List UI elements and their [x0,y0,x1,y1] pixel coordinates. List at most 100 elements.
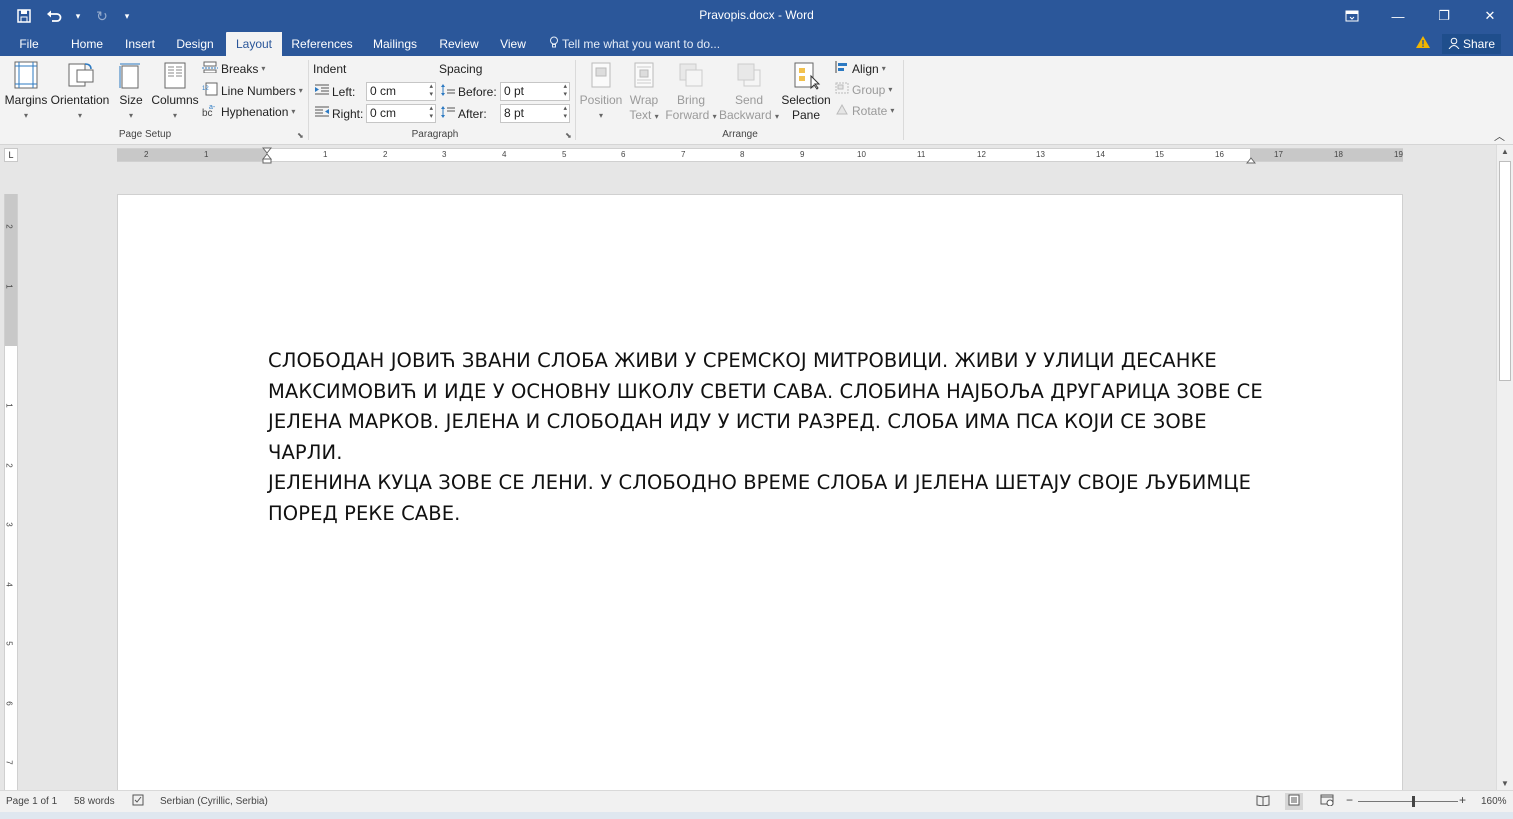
minimize-button[interactable]: — [1375,0,1421,32]
spacing-after-field[interactable]: 8 pt ▴ ▾ [500,104,570,123]
dialog-launcher-icon[interactable]: ⬊ [565,131,572,140]
page-size-icon [116,60,146,90]
orientation-label: Orientation [50,93,110,107]
warning-icon[interactable] [1415,35,1431,53]
scroll-up-icon[interactable]: ▲ [1497,147,1513,156]
send-backward-icon [734,60,764,90]
indent-right-field[interactable]: 0 cm ▴ ▾ [366,104,436,123]
line-numbers-button[interactable]: 12 Line Numbers ▾ [202,82,303,99]
zoom-slider[interactable] [1358,801,1458,802]
zoom-out-icon[interactable]: − [1346,793,1353,807]
breaks-button[interactable]: Breaks ▾ [202,61,265,76]
restore-button[interactable]: ❐ [1421,0,1467,32]
spinner-arrows-icon[interactable]: ▴ ▾ [429,83,433,99]
document-body[interactable]: СЛОБОДАН ЈОВИЋ ЗВАНИ СЛОБА ЖИВИ У СРЕМСК… [268,346,1268,529]
ruler-tick: 1 [323,150,328,159]
align-icon [835,61,849,76]
vertical-scrollbar[interactable]: ▲ ▼ [1496,145,1513,790]
zoom-level[interactable]: 160% [1481,796,1507,807]
tab-file[interactable]: File [10,32,48,56]
proofing-icon[interactable] [132,794,146,809]
window-title: Pravopis.docx - Word [699,8,814,22]
word-count[interactable]: 58 words [74,796,115,807]
zoom-in-icon[interactable]: + [1459,793,1466,807]
spinner-arrows-icon[interactable]: ▴ ▾ [563,105,567,121]
ruler-tick: 2 [4,224,14,229]
chevron-down-icon: ▾ [128,111,133,120]
page-count[interactable]: Page 1 of 1 [6,796,57,807]
tab-review[interactable]: Review [434,32,484,56]
tab-insert[interactable]: Insert [118,32,162,56]
document-page[interactable]: СЛОБОДАН ЈОВИЋ ЗВАНИ СЛОБА ЖИВИ У СРЕМСК… [117,194,1403,794]
group-button[interactable]: Group ▾ [835,82,892,97]
tab-design[interactable]: Design [170,32,220,56]
title-bar: ▾ ↻ ▾ Pravopis.docx - Word — ❐ ✕ [0,0,1513,32]
send-backward-label-2: Backward [718,108,772,122]
margins-label: Margins [4,93,48,107]
tab-home[interactable]: Home [62,32,112,56]
tell-me-box[interactable]: Tell me what you want to do... [549,32,720,56]
send-backward-button[interactable]: Send Backward ▾ [718,60,780,124]
orientation-button[interactable]: Orientation ▾ [50,60,110,123]
hyphenation-button[interactable]: bc a- Hyphenation ▾ [202,103,295,120]
ruler-tick: 2 [4,463,14,468]
wrap-text-label-2: Text [629,108,652,122]
indent-marker-icon[interactable] [261,147,273,168]
language[interactable]: Serbian (Cyrillic, Serbia) [160,796,268,807]
vertical-ruler[interactable]: 2 1 1 2 3 4 5 6 7 [4,194,18,790]
window-controls: — ❐ ✕ [1329,0,1513,32]
line-numbers-label: Line Numbers [221,83,296,98]
read-mode-icon[interactable] [1256,794,1270,809]
spacing-before-field[interactable]: 0 pt ▴ ▾ [500,82,570,101]
ruler-tick: 2 [144,150,149,159]
right-indent-marker-icon[interactable] [1245,153,1257,167]
dialog-launcher-icon[interactable]: ⬊ [297,131,304,140]
lightbulb-icon [549,32,559,56]
breaks-icon [202,61,218,76]
columns-button[interactable]: Columns ▾ [150,60,200,123]
bring-forward-icon [676,60,706,90]
align-button[interactable]: Align ▾ [835,61,886,76]
tab-mailings[interactable]: Mailings [366,32,424,56]
ruler-tick: 5 [562,150,567,159]
horizontal-ruler[interactable]: 2 1 1 2 3 4 5 6 7 8 9 10 11 12 13 14 15 … [117,147,1403,164]
selection-pane-button[interactable]: Selection Pane [780,60,832,123]
ruler-tick: 18 [1334,150,1343,159]
tab-layout[interactable]: Layout [226,32,282,56]
margins-button[interactable]: Margins ▾ [4,60,48,123]
document-line: ЈЕЛЕНА МАРКОВ. ЈЕЛЕНА И СЛОБОДАН ИДУ У И… [268,410,1207,464]
spinner-arrows-icon[interactable]: ▴ ▾ [563,83,567,99]
tab-selector[interactable]: L [4,148,18,162]
scroll-down-icon[interactable]: ▼ [1497,779,1513,788]
bring-forward-button[interactable]: Bring Forward ▾ [664,60,718,124]
ruler-tick: 1 [4,403,14,408]
collapse-ribbon-icon[interactable]: ︿ [1494,128,1505,144]
rotate-button[interactable]: Rotate ▾ [835,103,894,118]
svg-text:a-: a- [209,104,216,111]
zoom-slider-thumb[interactable] [1412,796,1415,807]
ruler-tick: 1 [4,284,14,289]
position-button[interactable]: Position ▾ [578,60,624,123]
close-button[interactable]: ✕ [1467,0,1513,32]
page-setup-group-label: Page Setup [118,129,172,140]
share-button[interactable]: Share [1441,34,1501,54]
ribbon-display-options-icon[interactable] [1329,0,1375,32]
tab-view[interactable]: View [494,32,532,56]
spacing-before-value: 0 pt [504,84,525,98]
spacing-after-icon [441,106,455,121]
chevron-down-icon: ▾ [172,111,177,120]
size-button[interactable]: Size ▾ [114,60,148,123]
group-label: Group [852,82,886,97]
print-layout-icon[interactable] [1285,793,1303,810]
wrap-text-button[interactable]: Wrap Text ▾ [624,60,664,124]
spacing-header: Spacing [439,62,483,76]
scroll-thumb[interactable] [1499,161,1511,381]
wrap-text-icon [629,60,659,90]
web-layout-icon[interactable] [1320,794,1334,809]
spinner-arrows-icon[interactable]: ▴ ▾ [429,105,433,121]
tab-references[interactable]: References [288,32,356,56]
indent-left-field[interactable]: 0 cm ▴ ▾ [366,82,436,101]
status-bar: Page 1 of 1 58 words Serbian (Cyrillic, … [0,790,1513,812]
ruler-tick: 1 [204,150,209,159]
selection-pane-icon [791,60,821,90]
